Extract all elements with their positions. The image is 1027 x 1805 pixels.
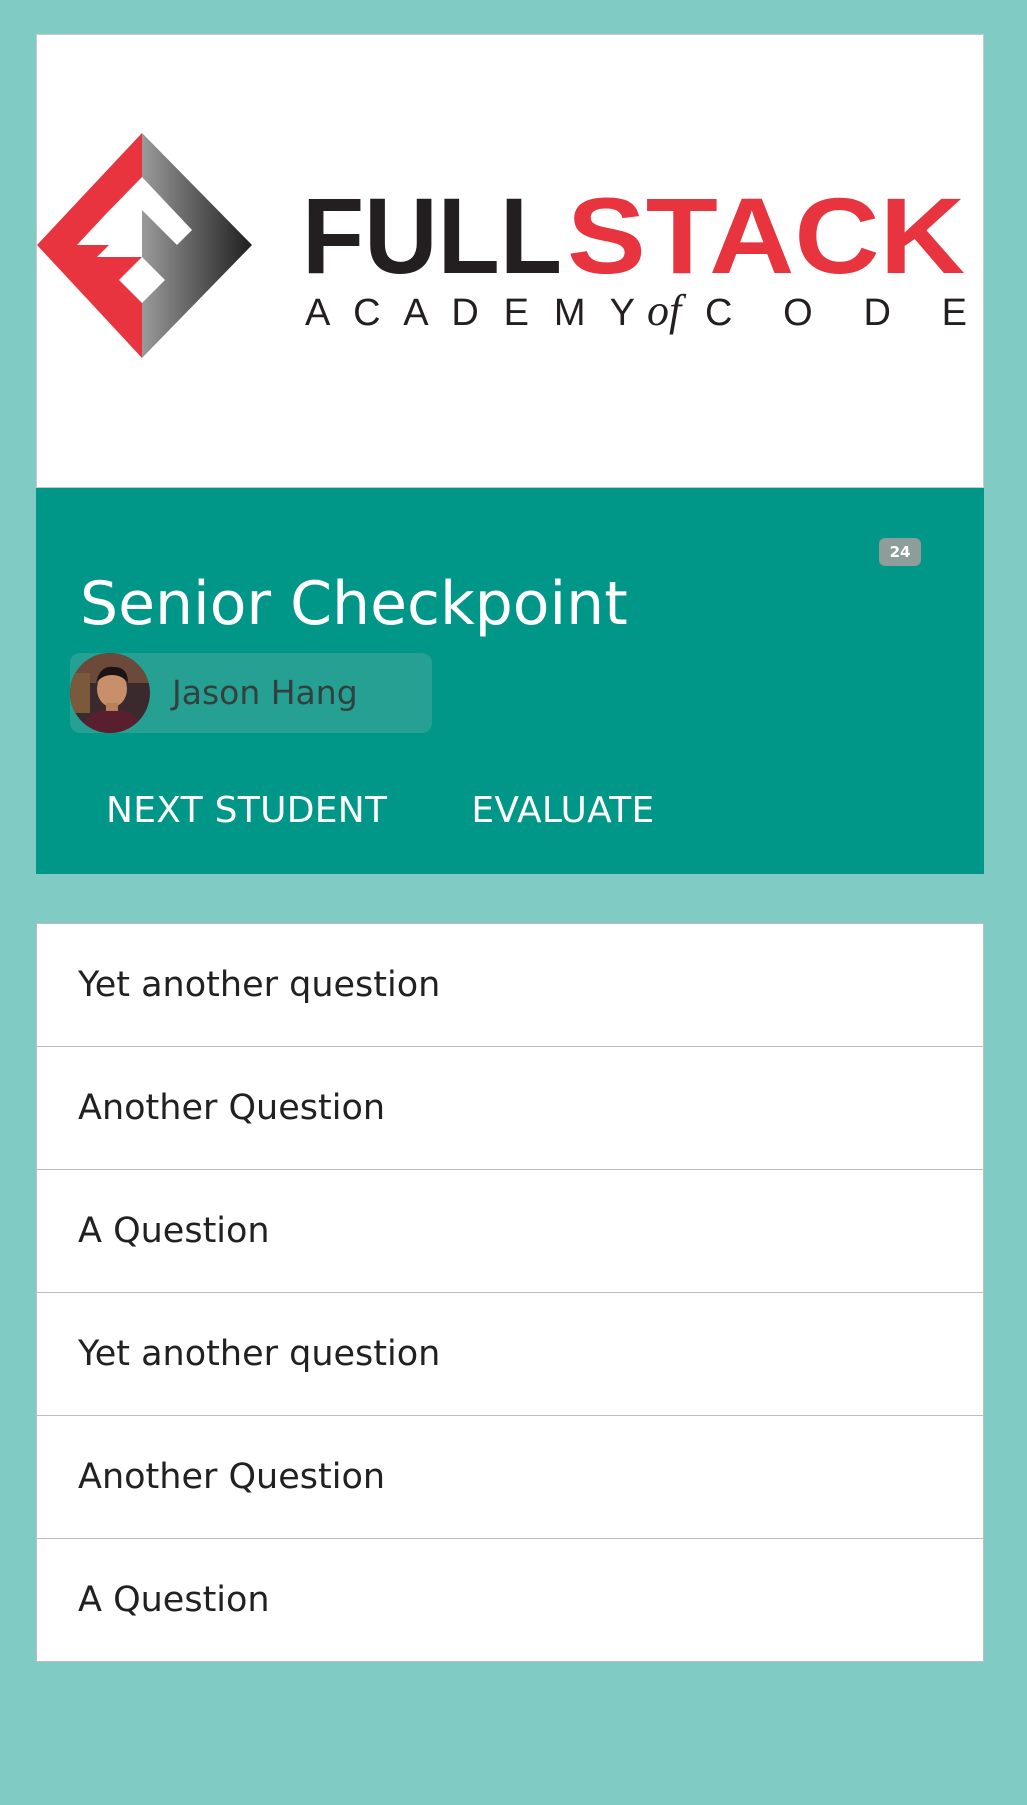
logo-diamond-dark-shape (142, 133, 252, 358)
student-chip[interactable]: Jason Hang (70, 653, 432, 733)
logo-tagline-mid: of (647, 286, 687, 335)
action-bar: NEXT STUDENT EVALUATE (72, 766, 689, 856)
list-item[interactable]: A Question (37, 1170, 983, 1293)
count-badge: 24 (879, 538, 921, 566)
checkpoint-header: 24 Senior Checkpoint Jason Hang NEXT STU… (36, 488, 984, 874)
next-student-button[interactable]: NEXT STUDENT (72, 766, 421, 856)
fullstack-logo-graphic: FULL STACK A C A D E M Y of C O D E (37, 133, 967, 358)
logo-word-accent: STACK (567, 175, 965, 296)
logo-tagline-right: C O D E (705, 292, 967, 334)
fullstack-logo: FULL STACK A C A D E M Y of C O D E (37, 35, 983, 487)
student-name: Jason Hang (172, 673, 358, 712)
logo-card: FULL STACK A C A D E M Y of C O D E (36, 34, 984, 488)
list-item[interactable]: A Question (37, 1539, 983, 1661)
student-avatar (70, 653, 150, 733)
logo-tagline-left: A C A D E M Y (305, 292, 635, 334)
list-item[interactable]: Another Question (37, 1047, 983, 1170)
list-item[interactable]: Yet another question (37, 924, 983, 1047)
question-list: Yet another question Another Question A … (36, 923, 984, 1662)
list-item[interactable]: Another Question (37, 1416, 983, 1539)
evaluate-button[interactable]: EVALUATE (437, 766, 688, 856)
avatar-photo-icon (70, 653, 150, 733)
list-item[interactable]: Yet another question (37, 1293, 983, 1416)
page-title: Senior Checkpoint (80, 569, 628, 639)
logo-word-primary: FULL (302, 175, 562, 296)
